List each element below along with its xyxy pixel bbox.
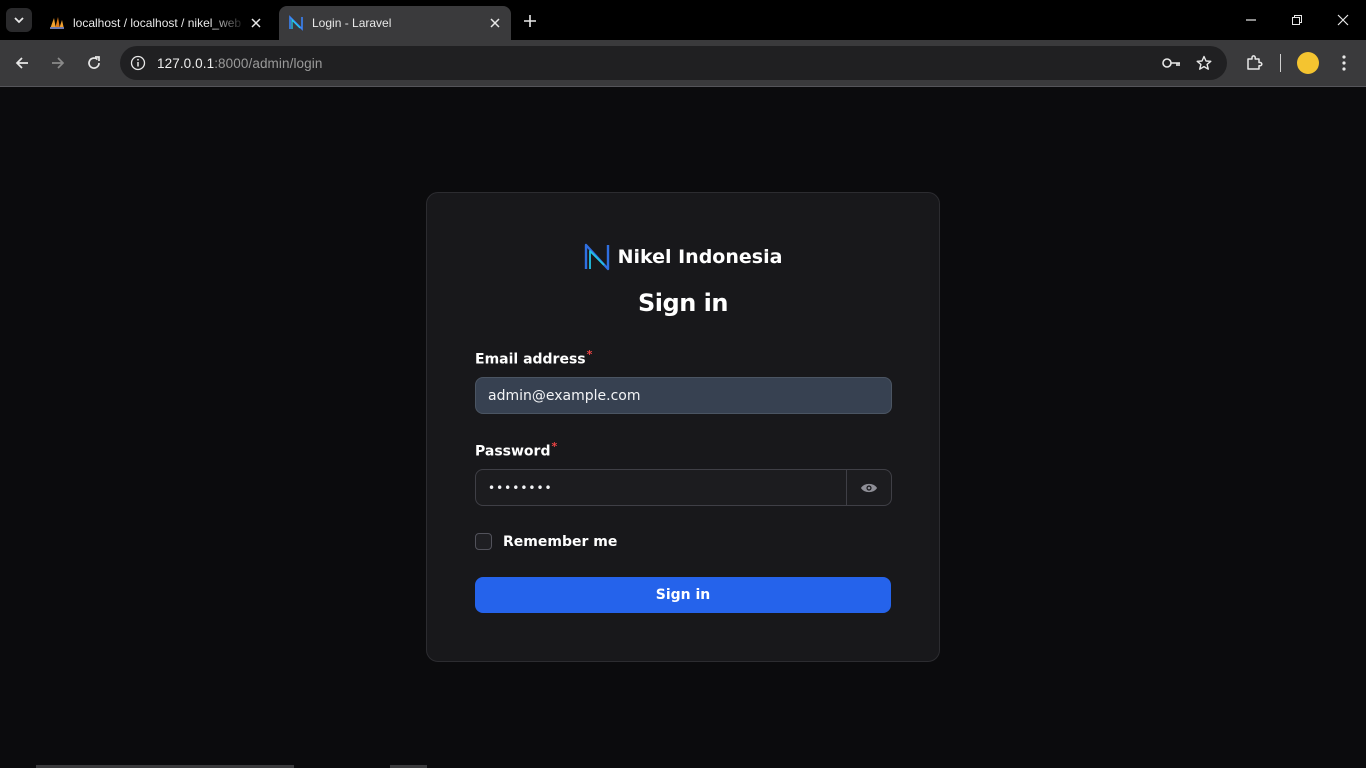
password-field[interactable] bbox=[476, 470, 846, 505]
bookmark-star-icon[interactable] bbox=[1192, 51, 1216, 75]
password-group bbox=[475, 469, 892, 506]
eye-icon bbox=[861, 483, 877, 492]
restore-icon bbox=[1292, 15, 1302, 25]
email-label: Email address* bbox=[475, 348, 592, 368]
back-button[interactable] bbox=[10, 51, 34, 75]
tab-title: localhost / localhost / nikel_web bbox=[73, 16, 242, 30]
email-label-text: Email address bbox=[475, 351, 586, 368]
password-key-icon[interactable] bbox=[1160, 51, 1184, 75]
url-text: 127.0.0.1:8000/admin/login bbox=[157, 56, 322, 71]
forward-button[interactable] bbox=[46, 51, 70, 75]
profile-avatar[interactable] bbox=[1297, 52, 1319, 74]
extensions-button[interactable] bbox=[1242, 51, 1266, 75]
chevron-down-icon bbox=[14, 17, 24, 24]
arrow-left-icon bbox=[15, 57, 28, 69]
required-marker: * bbox=[586, 348, 593, 361]
show-password-button[interactable] bbox=[846, 470, 891, 505]
site-info-icon[interactable] bbox=[128, 53, 148, 73]
close-icon bbox=[1337, 14, 1349, 26]
page-title: Sign in bbox=[638, 289, 728, 317]
plus-icon bbox=[524, 15, 536, 27]
remember-me-label[interactable]: Remember me bbox=[503, 534, 617, 550]
close-tab-icon[interactable] bbox=[246, 13, 266, 33]
tab-login[interactable]: Login - Laravel bbox=[279, 6, 511, 40]
browser-menu-button[interactable] bbox=[1332, 51, 1356, 75]
login-card: Nikel Indonesia Sign in Email address* P… bbox=[426, 192, 940, 662]
brand: Nikel Indonesia bbox=[427, 243, 939, 271]
toolbar-divider bbox=[1280, 54, 1281, 72]
page-divider bbox=[0, 86, 1366, 87]
close-window-button[interactable] bbox=[1331, 8, 1355, 32]
tab-search-button[interactable] bbox=[6, 8, 32, 32]
password-label-text: Password bbox=[475, 443, 551, 460]
tab-phpmyadmin[interactable]: localhost / localhost / nikel_web bbox=[40, 6, 272, 40]
minimize-icon bbox=[1246, 19, 1256, 21]
restore-button[interactable] bbox=[1285, 8, 1309, 32]
tab-strip: localhost / localhost / nikel_web Login … bbox=[0, 0, 1366, 40]
nikel-logo-icon bbox=[289, 15, 303, 31]
password-label: Password* bbox=[475, 440, 557, 460]
browser-toolbar: 127.0.0.1:8000/admin/login bbox=[0, 40, 1366, 86]
puzzle-icon bbox=[1247, 55, 1263, 70]
sign-in-button[interactable]: Sign in bbox=[475, 577, 891, 613]
nikel-logo-icon bbox=[584, 243, 609, 271]
tab-title: Login - Laravel bbox=[312, 16, 392, 30]
new-tab-button[interactable] bbox=[518, 10, 542, 32]
minimize-button[interactable] bbox=[1239, 8, 1263, 32]
reload-button[interactable] bbox=[82, 51, 106, 75]
address-bar[interactable]: 127.0.0.1:8000/admin/login bbox=[120, 46, 1227, 80]
close-tab-icon[interactable] bbox=[485, 13, 505, 33]
required-marker: * bbox=[551, 440, 558, 453]
email-field[interactable] bbox=[475, 377, 892, 414]
reload-icon bbox=[88, 56, 100, 69]
arrow-right-icon bbox=[52, 57, 65, 69]
url-path: :8000/admin/login bbox=[214, 55, 323, 71]
remember-me-checkbox[interactable] bbox=[475, 533, 492, 550]
brand-name: Nikel Indonesia bbox=[617, 246, 783, 268]
kebab-menu-icon bbox=[1342, 55, 1346, 71]
phpmyadmin-icon bbox=[50, 17, 64, 29]
remember-me: Remember me bbox=[475, 533, 617, 550]
url-host: 127.0.0.1 bbox=[157, 55, 215, 71]
